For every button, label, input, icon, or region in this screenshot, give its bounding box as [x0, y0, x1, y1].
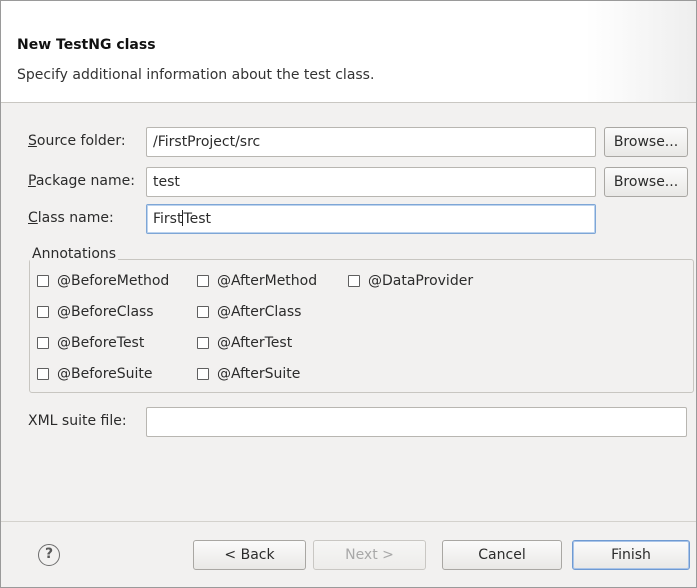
source-folder-browse-button[interactable]: Browse...: [604, 127, 688, 157]
checkbox-box[interactable]: [37, 275, 49, 287]
checkbox-data-provider[interactable]: @DataProvider: [348, 273, 473, 289]
checkbox-box[interactable]: [37, 306, 49, 318]
package-name-label: Package name:: [28, 173, 135, 189]
checkbox-before-test[interactable]: @BeforeTest: [37, 335, 144, 351]
checkbox-box[interactable]: [197, 337, 209, 349]
checkbox-box[interactable]: [197, 368, 209, 380]
checkbox-label: @BeforeClass: [57, 304, 154, 320]
back-button[interactable]: < Back: [193, 540, 306, 570]
checkbox-label: @BeforeMethod: [57, 273, 170, 289]
checkbox-box[interactable]: [197, 306, 209, 318]
source-folder-input[interactable]: /FirstProject/src: [146, 127, 596, 157]
checkbox-after-test[interactable]: @AfterTest: [197, 335, 292, 351]
package-name-input[interactable]: test: [146, 167, 596, 197]
class-name-text-before-caret: First: [153, 211, 183, 227]
checkbox-box[interactable]: [348, 275, 360, 287]
checkbox-label: @AfterTest: [217, 335, 293, 351]
checkbox-label: @BeforeSuite: [57, 366, 153, 382]
checkbox-after-class[interactable]: @AfterClass: [197, 304, 301, 320]
checkbox-box[interactable]: [37, 337, 49, 349]
wizard-description: Specify additional information about the…: [17, 67, 375, 83]
new-testng-class-dialog: New TestNG class Specify additional info…: [0, 0, 697, 588]
package-name-browse-button[interactable]: Browse...: [604, 167, 688, 197]
help-icon[interactable]: ?: [38, 544, 60, 566]
checkbox-before-method[interactable]: @BeforeMethod: [37, 273, 169, 289]
checkbox-before-suite[interactable]: @BeforeSuite: [37, 366, 153, 382]
checkbox-label: @BeforeTest: [57, 335, 145, 351]
checkbox-before-class[interactable]: @BeforeClass: [37, 304, 154, 320]
cancel-button[interactable]: Cancel: [442, 540, 562, 570]
class-name-label: Class name:: [28, 210, 114, 226]
source-folder-label: Source folder:: [28, 133, 126, 149]
checkbox-label: @AfterMethod: [217, 273, 318, 289]
class-name-input[interactable]: FirstTest: [146, 204, 596, 234]
xml-suite-file-input[interactable]: [146, 407, 687, 437]
xml-suite-file-label: XML suite file:: [28, 413, 127, 429]
class-name-text-after-caret: Test: [183, 211, 212, 227]
footer-divider: [1, 521, 696, 522]
annotations-group-title: Annotations: [30, 246, 119, 262]
banner-gradient: [586, 1, 696, 102]
checkbox-label: @DataProvider: [368, 273, 474, 289]
checkbox-after-method[interactable]: @AfterMethod: [197, 273, 317, 289]
checkbox-after-suite[interactable]: @AfterSuite: [197, 366, 300, 382]
checkbox-label: @AfterSuite: [217, 366, 301, 382]
checkbox-box[interactable]: [37, 368, 49, 380]
wizard-title: New TestNG class: [17, 37, 156, 53]
checkbox-box[interactable]: [197, 275, 209, 287]
wizard-banner: New TestNG class Specify additional info…: [1, 1, 696, 103]
finish-button[interactable]: Finish: [572, 540, 690, 570]
checkbox-label: @AfterClass: [217, 304, 302, 320]
next-button[interactable]: Next >: [313, 540, 426, 570]
